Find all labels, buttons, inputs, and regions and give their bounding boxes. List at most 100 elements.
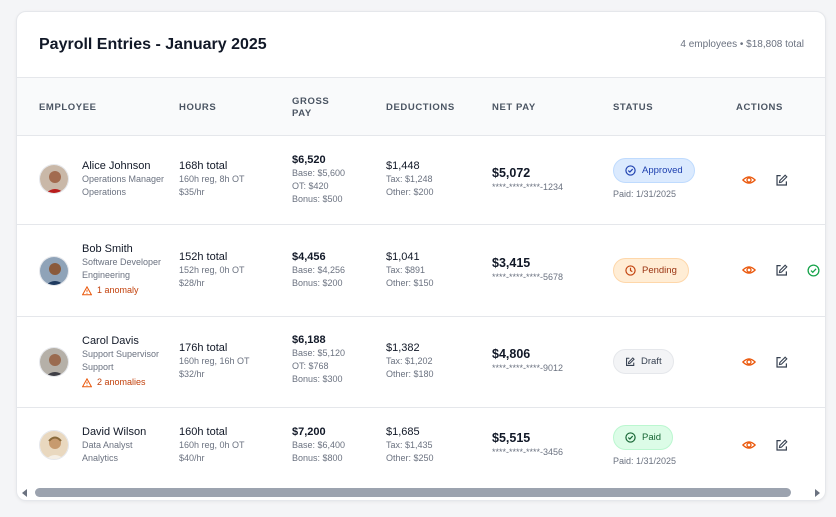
status-cell: Paid Paid: 1/31/2025 bbox=[613, 425, 676, 466]
view-button[interactable] bbox=[741, 354, 757, 370]
gross-cell: $7,200 Base: $6,400 Bonus: $800 bbox=[292, 426, 345, 465]
employee-cell: Carol Davis Support Supervisor Support 2… bbox=[82, 335, 159, 389]
scrollbar-thumb[interactable] bbox=[35, 488, 791, 497]
deductions-amount: $1,448 bbox=[386, 160, 420, 172]
employee-name[interactable]: Bob Smith bbox=[82, 243, 161, 256]
col-status: STATUS bbox=[613, 102, 654, 113]
edit-icon bbox=[775, 263, 788, 276]
gross-base: Base: $4,256 bbox=[292, 265, 346, 275]
status-label: Paid bbox=[642, 432, 662, 443]
employee-name[interactable]: Alice Johnson bbox=[82, 160, 164, 173]
col-actions: ACTIONS bbox=[736, 102, 783, 113]
hours-total: 160h total bbox=[179, 426, 228, 438]
status-badge: Paid bbox=[613, 425, 674, 450]
employee-role: Operations Manager bbox=[82, 174, 165, 184]
employee-name[interactable]: Carol Davis bbox=[82, 335, 159, 348]
status-label: Approved bbox=[642, 165, 683, 176]
net-amount: $3,415 bbox=[492, 256, 531, 270]
check-circle-icon bbox=[625, 165, 636, 176]
deductions-cell: $1,448 Tax: $1,248 Other: $200 bbox=[386, 160, 434, 199]
col-net-pay: NET PAY bbox=[492, 102, 536, 113]
gross-ot: OT: $768 bbox=[292, 361, 329, 371]
hours-breakdown: 160h reg, 8h OT bbox=[179, 174, 245, 184]
gross-amount: $6,188 bbox=[292, 334, 326, 346]
hourly-rate: $28/hr bbox=[179, 278, 205, 288]
horizontal-scrollbar[interactable] bbox=[17, 486, 825, 500]
deductions-tax: Tax: $1,202 bbox=[386, 356, 433, 366]
net-amount: $5,515 bbox=[492, 431, 531, 445]
anomaly-count: 2 anomalies bbox=[97, 377, 146, 387]
gross-base: Base: $5,600 bbox=[292, 168, 346, 178]
edit-button[interactable] bbox=[773, 262, 789, 278]
net-pay-cell: $3,415 ****-****-****-5678 bbox=[492, 256, 563, 283]
avatar bbox=[39, 430, 69, 460]
edit-button[interactable] bbox=[773, 172, 789, 188]
gross-bonus: Bonus: $200 bbox=[292, 278, 343, 288]
hourly-rate: $35/hr bbox=[179, 187, 205, 197]
payroll-summary: 4 employees • $18,808 total bbox=[680, 39, 804, 50]
gross-cell: $6,188 Base: $5,120 OT: $768 Bonus: $300 bbox=[292, 334, 345, 386]
deductions-other: Other: $180 bbox=[386, 369, 434, 379]
deductions-tax: Tax: $891 bbox=[386, 265, 426, 275]
status-label: Pending bbox=[642, 265, 677, 276]
net-pay-cell: $5,515 ****-****-****-3456 bbox=[492, 431, 563, 458]
status-label: Draft bbox=[641, 356, 662, 367]
eye-icon bbox=[742, 176, 756, 184]
payroll-card: Payroll Entries - January 2025 4 employe… bbox=[16, 11, 826, 501]
table-row[interactable]: Carol Davis Support Supervisor Support 2… bbox=[17, 317, 825, 408]
deductions-cell: $1,041 Tax: $891 Other: $150 bbox=[386, 251, 434, 290]
status-cell: Draft bbox=[613, 349, 674, 374]
table-row[interactable]: David Wilson Data Analyst Analytics 160h… bbox=[17, 408, 825, 488]
hours-breakdown: 152h reg, 0h OT bbox=[179, 265, 245, 275]
approve-button[interactable] bbox=[805, 262, 821, 278]
eye-icon bbox=[742, 266, 756, 274]
deductions-other: Other: $250 bbox=[386, 453, 434, 463]
hours-cell: 152h total 152h reg, 0h OT $28/hr bbox=[179, 251, 245, 290]
hourly-rate: $32/hr bbox=[179, 369, 205, 379]
bank-account: ****-****-****-9012 bbox=[492, 363, 564, 373]
employee-department: Support bbox=[82, 362, 114, 372]
employee-department: Analytics bbox=[82, 453, 119, 463]
col-hours: HOURS bbox=[179, 102, 217, 113]
check-circle-icon bbox=[806, 263, 820, 277]
deductions-other: Other: $150 bbox=[386, 278, 434, 288]
status-cell: Pending bbox=[613, 258, 689, 283]
clock-icon bbox=[625, 265, 636, 276]
scroll-left-arrow[interactable] bbox=[22, 489, 27, 497]
edit-icon bbox=[775, 355, 788, 368]
view-button[interactable] bbox=[741, 437, 757, 453]
hours-total: 176h total bbox=[179, 342, 228, 354]
status-badge: Pending bbox=[613, 258, 689, 283]
view-button[interactable] bbox=[741, 262, 757, 278]
employee-name[interactable]: David Wilson bbox=[82, 426, 146, 439]
table-row[interactable]: Bob Smith Software Developer Engineering… bbox=[17, 225, 825, 317]
gross-amount: $4,456 bbox=[292, 251, 326, 263]
col-gross-line1: GROSS bbox=[292, 96, 330, 107]
net-amount: $5,072 bbox=[492, 166, 531, 180]
gross-amount: $6,520 bbox=[292, 154, 326, 166]
gross-base: Base: $6,400 bbox=[292, 440, 346, 450]
employee-role: Data Analyst bbox=[82, 440, 133, 450]
col-gross-pay: GROSS PAY bbox=[292, 96, 329, 120]
gross-bonus: Bonus: $300 bbox=[292, 374, 343, 384]
card-header: Payroll Entries - January 2025 4 employe… bbox=[17, 12, 825, 78]
warning-triangle-icon bbox=[82, 377, 92, 387]
edit-button[interactable] bbox=[773, 437, 789, 453]
scroll-right-arrow[interactable] bbox=[815, 489, 820, 497]
net-pay-cell: $4,806 ****-****-****-9012 bbox=[492, 347, 563, 374]
hours-breakdown: 160h reg, 16h OT bbox=[179, 356, 250, 366]
view-button[interactable] bbox=[741, 172, 757, 188]
employee-cell: David Wilson Data Analyst Analytics bbox=[82, 426, 146, 465]
bank-account: ****-****-****-3456 bbox=[492, 447, 564, 457]
gross-cell: $4,456 Base: $4,256 Bonus: $200 bbox=[292, 251, 345, 290]
deductions-cell: $1,382 Tax: $1,202 Other: $180 bbox=[386, 342, 434, 381]
anomaly-indicator[interactable]: 2 anomalies bbox=[82, 376, 159, 389]
gross-bonus: Bonus: $500 bbox=[292, 194, 343, 204]
table-row[interactable]: Alice Johnson Operations Manager Operati… bbox=[17, 136, 825, 225]
edit-button[interactable] bbox=[773, 354, 789, 370]
employee-cell: Alice Johnson Operations Manager Operati… bbox=[82, 160, 164, 199]
employee-department: Engineering bbox=[82, 270, 131, 280]
edit-icon bbox=[775, 438, 788, 451]
gross-ot: OT: $420 bbox=[292, 181, 329, 191]
anomaly-indicator[interactable]: 1 anomaly bbox=[82, 284, 161, 297]
